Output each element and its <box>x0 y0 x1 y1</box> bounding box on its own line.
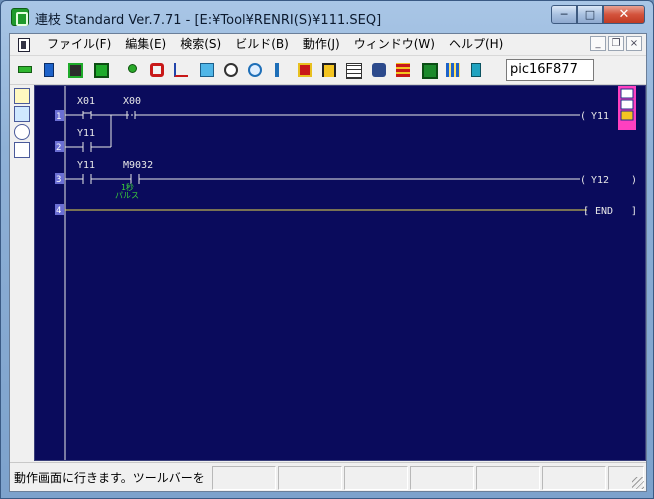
ladder-diagram[interactable]: 1 2 3 4 X01 X00 (Y11 Y11 Y11 M9032 1秒 パ… <box>35 86 646 461</box>
coil-left-paren: ( <box>580 111 586 122</box>
window-title: 連枝 Standard Ver.7.71 - [E:¥Tool¥RENRI(S)… <box>35 13 382 28</box>
contact-label-x00[interactable]: X00 <box>123 96 141 107</box>
status-pane <box>542 466 606 490</box>
comment-line2: パルス <box>115 191 139 200</box>
vertical-line-icon[interactable] <box>294 59 316 81</box>
menu-search[interactable]: 検索(S) <box>173 34 228 55</box>
maximize-button[interactable]: □ <box>577 5 603 24</box>
rung-number-4[interactable]: 4 <box>56 206 61 216</box>
status-pane <box>410 466 474 490</box>
status-pane <box>278 466 342 490</box>
menu-file[interactable]: ファイル(F) <box>40 34 118 55</box>
status-message: 動作画面に行きます。ツールバーを <box>14 471 205 485</box>
minimize-button[interactable]: ─ <box>551 5 577 24</box>
stool-icon[interactable] <box>318 59 340 81</box>
status-pane <box>344 466 408 490</box>
mdi-close-button[interactable]: × <box>626 36 642 51</box>
coil-label-y12[interactable]: Y12 <box>591 175 609 186</box>
function-icon[interactable] <box>170 59 192 81</box>
online-icon[interactable] <box>64 59 86 81</box>
resize-grip-icon[interactable] <box>632 477 644 489</box>
contact-icon[interactable] <box>122 59 144 81</box>
contact-y11-branch[interactable] <box>82 142 92 152</box>
caption-buttons: ─ □ ✕ <box>551 5 645 25</box>
status-pane <box>212 466 276 490</box>
arrow-tool-icon[interactable] <box>14 106 30 122</box>
select-tool-icon[interactable] <box>14 88 30 104</box>
rung-number-1[interactable]: 1 <box>56 112 61 122</box>
transfer-icon[interactable] <box>466 59 488 81</box>
end-instruction[interactable]: END <box>595 206 613 217</box>
app-window: 連枝 Standard Ver.7.71 - [E:¥Tool¥RENRI(S)… <box>0 0 654 499</box>
left-toolstrip <box>10 85 34 465</box>
menu-run[interactable]: 動作(J) <box>296 34 347 55</box>
end-left-bracket: [ <box>583 206 589 217</box>
rung-number-2[interactable]: 2 <box>56 143 61 153</box>
run-mode-icon[interactable] <box>14 59 36 81</box>
client-area: ファイル(F) 編集(E) 検索(S) ビルド(B) 動作(J) ウィンドウ(W… <box>9 33 647 492</box>
coil-set-icon[interactable] <box>220 59 242 81</box>
coil-left-paren: ( <box>580 175 586 186</box>
contact-x01[interactable] <box>75 111 92 119</box>
close-button[interactable]: ✕ <box>603 5 645 24</box>
contact-label-y11-r3[interactable]: Y11 <box>77 160 95 171</box>
binoculars-icon[interactable] <box>368 59 390 81</box>
mini-tool-coil-icon[interactable] <box>620 110 634 121</box>
menu-edit[interactable]: 編集(E) <box>118 34 173 55</box>
menu-help[interactable]: ヘルプ(H) <box>442 34 510 55</box>
frame-tool-icon[interactable] <box>14 142 30 158</box>
document-icon[interactable] <box>18 37 30 52</box>
offline-icon[interactable] <box>90 59 112 81</box>
coil-icon[interactable] <box>146 59 168 81</box>
contact-label-x01[interactable]: X01 <box>77 96 95 107</box>
mini-tool-down-icon[interactable] <box>620 99 634 110</box>
coil-label-y11[interactable]: Y11 <box>591 111 609 122</box>
cpu-type-field[interactable]: pic16F877 <box>506 59 594 81</box>
contact-x00[interactable] <box>126 111 136 119</box>
table-icon[interactable] <box>442 59 464 81</box>
ladder-editor[interactable]: 1 2 3 4 X01 X00 (Y11 Y11 Y11 M9032 1秒 パ… <box>34 85 646 461</box>
contact-y11-r3[interactable] <box>82 174 92 184</box>
status-bar: 動作画面に行きます。ツールバーを <box>10 462 646 491</box>
rung-number-3[interactable]: 3 <box>56 175 61 185</box>
coil-right-paren: ) <box>631 175 637 186</box>
contact-label-y11[interactable]: Y11 <box>77 128 95 139</box>
mdi-buttons: _ ❐ × <box>590 36 642 51</box>
title-bar[interactable]: 連枝 Standard Ver.7.71 - [E:¥Tool¥RENRI(S)… <box>1 1 653 33</box>
rising-edge-icon[interactable] <box>196 59 218 81</box>
toolbar: pic16F877 <box>10 55 646 85</box>
status-pane <box>476 466 540 490</box>
menu-window[interactable]: ウィンドウ(W) <box>347 34 442 55</box>
app-logo-icon <box>11 8 29 26</box>
menu-bar: ファイル(F) 編集(E) 検索(S) ビルド(B) 動作(J) ウィンドウ(W… <box>10 34 646 55</box>
branch-icon[interactable] <box>342 59 364 81</box>
timer-icon[interactable] <box>244 59 266 81</box>
contact-label-m9032[interactable]: M9032 <box>123 160 153 171</box>
stack-icon[interactable] <box>392 59 414 81</box>
mdi-minimize-button[interactable]: _ <box>590 36 606 51</box>
counter-icon[interactable] <box>268 59 290 81</box>
mdi-restore-button[interactable]: ❐ <box>608 36 624 51</box>
menu-build[interactable]: ビルド(B) <box>228 34 296 55</box>
export-icon[interactable] <box>418 59 440 81</box>
monitor-icon[interactable] <box>38 59 60 81</box>
mini-tool-select-icon[interactable] <box>620 88 634 99</box>
end-right-bracket: ] <box>631 206 637 217</box>
search-tool-icon[interactable] <box>14 124 30 140</box>
